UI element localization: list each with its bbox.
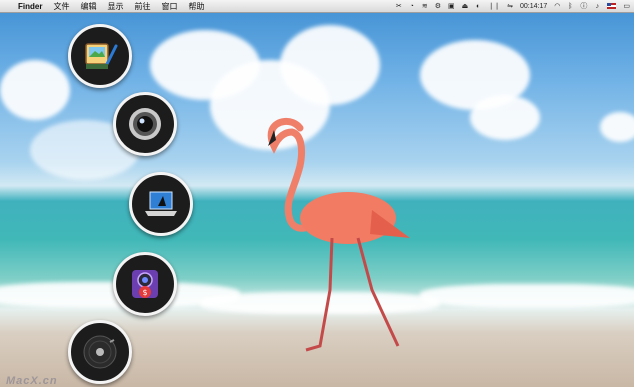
disc-app-icon[interactable] (68, 320, 132, 384)
menu-file[interactable]: 文件 (53, 1, 69, 12)
cloud (470, 95, 540, 140)
laptop-icon (145, 191, 177, 216)
screen-icon[interactable]: ▣ (448, 2, 455, 10)
menu-edit[interactable]: 编辑 (80, 1, 96, 12)
dollar-camera-icon: $ (132, 270, 158, 298)
site-watermark: MacX.cn (6, 375, 58, 387)
dollar-money-app-icon[interactable]: $ (113, 252, 177, 316)
menu-help[interactable]: 帮助 (188, 1, 204, 12)
wifi-icon[interactable]: ◠ (554, 2, 560, 10)
battery-bars-icon[interactable]: ❘❘ (488, 2, 500, 10)
menu-clock[interactable]: 00:14:17 (520, 3, 547, 10)
time-machine-icon[interactable]: ◔ (409, 3, 415, 10)
bluetooth-icon[interactable]: ᛒ (567, 3, 573, 10)
battery-icon[interactable]: ▭ (623, 2, 630, 10)
eject-icon[interactable]: ⏏ (462, 2, 469, 10)
svg-text:$: $ (142, 288, 147, 297)
cloud (600, 112, 634, 142)
cloud (0, 60, 70, 120)
app-menu-finder[interactable]: Finder (18, 2, 42, 11)
laptop-app-icon[interactable] (129, 172, 193, 236)
desktop-wallpaper: $ MacX.cn (0, 0, 634, 387)
us-flag-input-icon[interactable] (607, 3, 617, 9)
menu-go[interactable]: 前往 (134, 1, 150, 12)
sync-arrows-icon[interactable]: ⇋ (507, 2, 513, 10)
volume-icon[interactable]: ♪ (594, 3, 600, 10)
sync-icon[interactable]: ◐ (475, 3, 481, 10)
flamingo-image (267, 118, 410, 352)
photo-editor-icon (85, 43, 118, 69)
wave-foam (420, 284, 634, 308)
info-icon[interactable]: ⓘ (580, 1, 587, 11)
cloud (280, 25, 380, 105)
menu-window[interactable]: 窗口 (161, 1, 177, 12)
disc-icon (83, 335, 117, 369)
scissors-icon[interactable]: ✂ (396, 2, 402, 10)
menu-view[interactable]: 显示 (107, 1, 123, 12)
signal-icon[interactable]: ≋ (422, 2, 428, 10)
menu-extras: ✂ ◔ ≋ ⚙ ▣ ⏏ ◐ ❘❘ ⇋ 00:14:17 ◠ ᛒ ⓘ ♪ ▭ (396, 0, 630, 12)
camera-lens-icon (129, 108, 161, 140)
camera-lens-app-icon[interactable] (113, 92, 177, 156)
gear-icon[interactable]: ⚙ (435, 2, 441, 10)
photo-editor-app-icon[interactable] (68, 24, 132, 88)
